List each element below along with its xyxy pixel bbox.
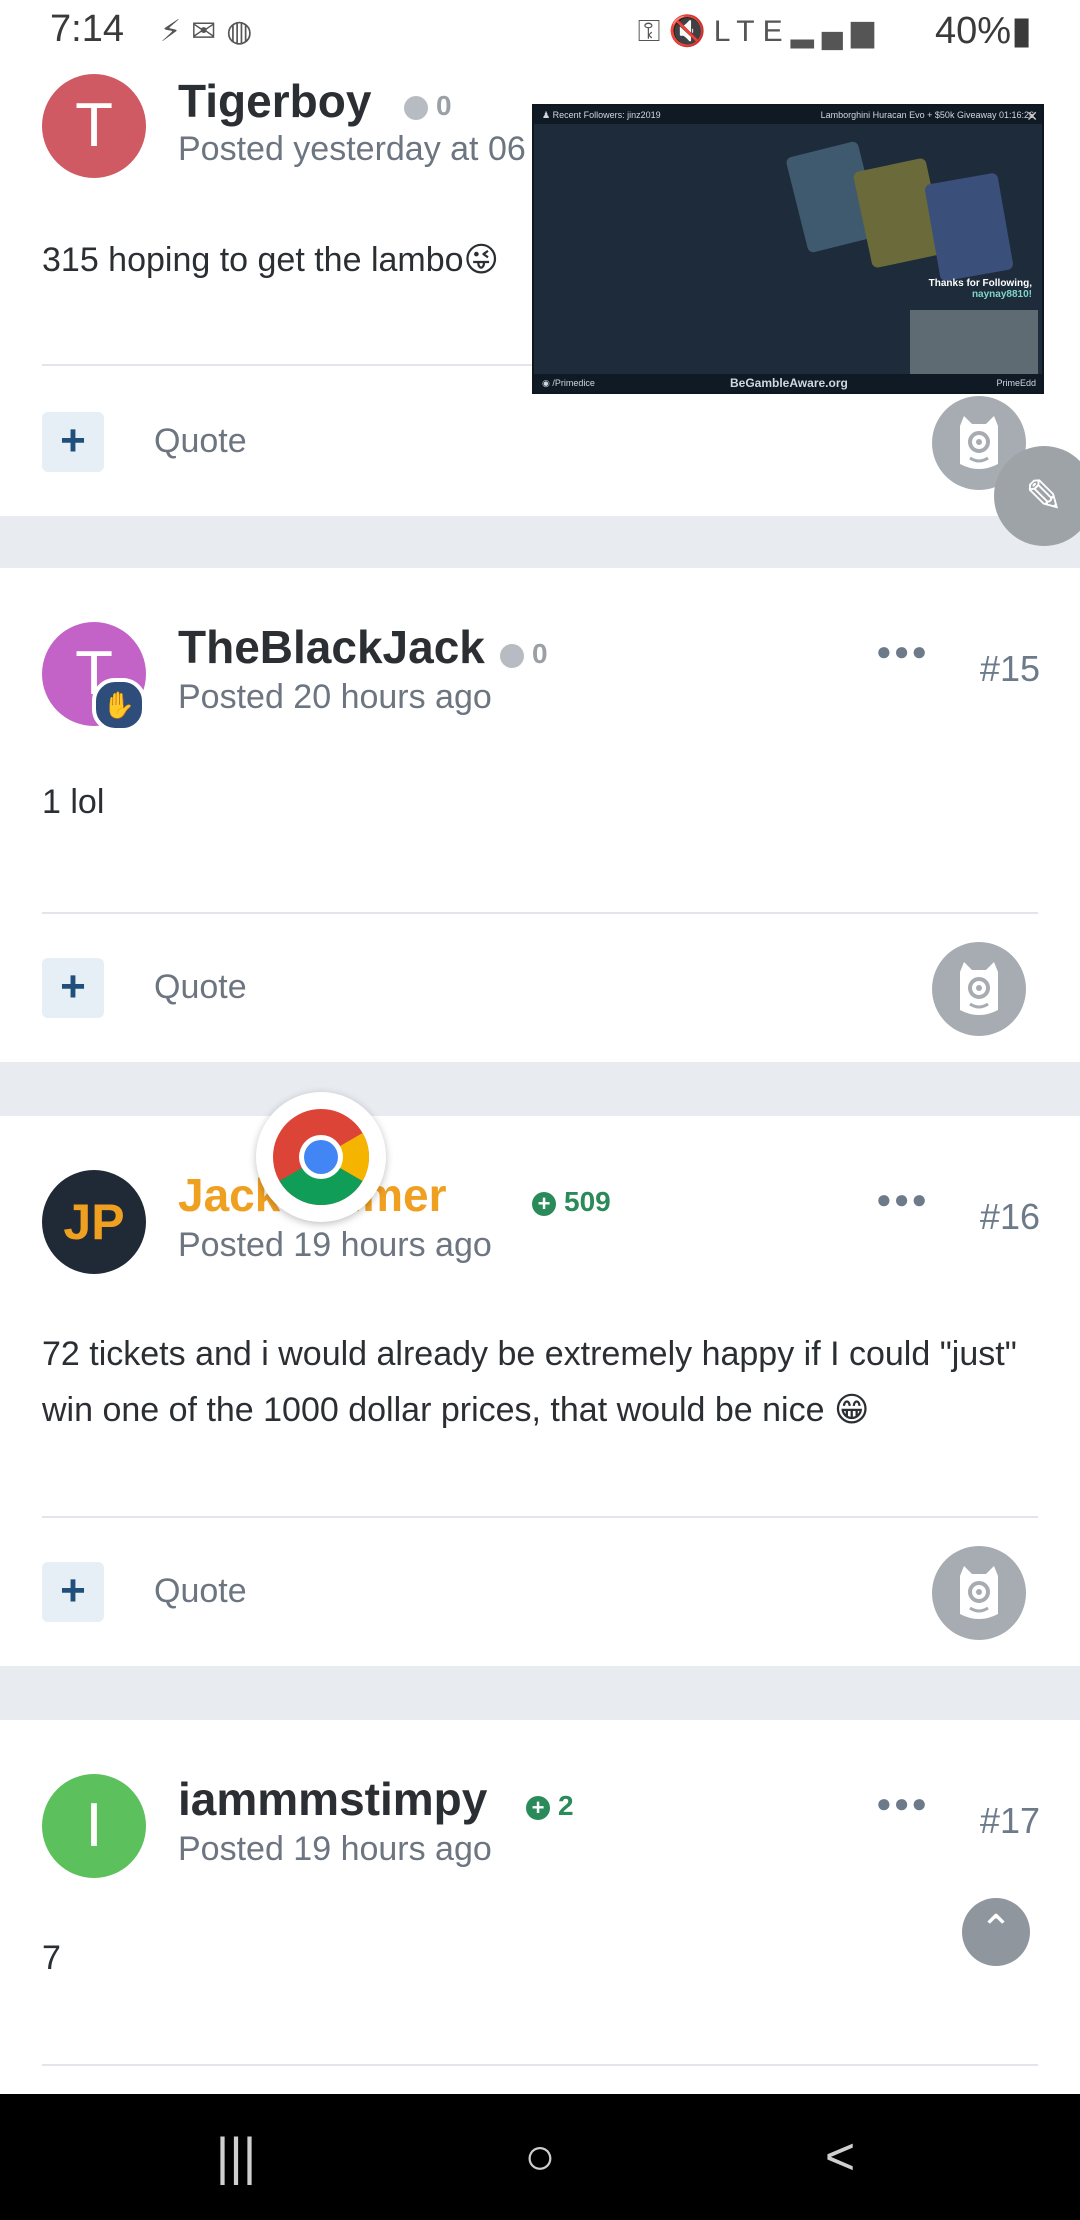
reputation-count: 509	[564, 1186, 611, 1217]
reputation-badge: 0	[404, 90, 452, 122]
post-author[interactable]: iammmstimpy	[178, 1772, 487, 1826]
key-icon: ⚿	[637, 15, 669, 48]
follow-alert: Thanks for Following, naynay8810!	[929, 278, 1032, 300]
multiquote-button[interactable]: +	[42, 412, 104, 472]
post-card: JP JackS almer +509 Posted 19 hours ago …	[0, 1116, 1080, 1666]
battery-indicator: 40%▮	[935, 8, 1032, 53]
avatar[interactable]: JP	[42, 1170, 146, 1274]
mute-icon: 🔇	[668, 15, 714, 48]
reputation-count: 0	[532, 638, 548, 669]
follow-alert-title: Thanks for Following,	[928, 278, 1032, 289]
reputation-badge: 0	[500, 638, 548, 670]
reaction-button[interactable]	[932, 1546, 1026, 1640]
post-card: I iammmstimpy +2 Posted 19 hours ago ●●●…	[0, 1720, 1080, 2100]
system-icons: ⚿🔇LTE▂▄▆	[638, 14, 882, 49]
post-card: T ✋ TheBlackJack 0 Posted 20 hours ago ●…	[0, 568, 1080, 1062]
giveaway-title: Lamborghini Huracan Evo + $50k Giveaway …	[820, 110, 1034, 120]
reputation-dot-icon	[404, 95, 428, 120]
divider	[42, 1516, 1038, 1518]
post-timestamp: Posted 20 hours ago	[178, 678, 492, 716]
recent-followers: ♟ Recent Followers: jinz2019	[542, 110, 661, 120]
home-icon[interactable]: ○	[500, 2122, 580, 2192]
status-bar: 7:14 ⚡✉◍ ⚿🔇LTE▂▄▆ 40%▮	[0, 0, 1080, 66]
quote-button[interactable]: Quote	[154, 1572, 247, 1611]
post-author[interactable]: Tigerboy	[178, 74, 371, 128]
status-time: 7:14	[50, 8, 124, 50]
chrome-bubble[interactable]	[256, 1092, 386, 1222]
chrome-icon	[273, 1109, 370, 1205]
post-number[interactable]: #16	[980, 1196, 1040, 1238]
notification-icon: ⚡	[160, 15, 192, 48]
more-options-icon[interactable]: ●●●	[876, 636, 929, 667]
post-body: 1 lol	[42, 783, 105, 821]
recents-icon[interactable]: |||	[196, 2122, 276, 2192]
video-top-bar: ♟ Recent Followers: jinz2019 Lamborghini…	[534, 106, 1042, 124]
avatar-letter: I	[85, 1791, 103, 1860]
lte-label: LTE	[713, 15, 791, 48]
game-tile	[924, 172, 1014, 282]
footer-brand: PrimeEdd	[996, 378, 1036, 388]
video-overlay[interactable]: ♟ Recent Followers: jinz2019 Lamborghini…	[532, 104, 1044, 394]
video-footer: ◉ /Primedice BeGambleAware.org PrimeEdd	[534, 374, 1042, 392]
multiquote-button[interactable]: +	[42, 958, 104, 1018]
post-number[interactable]: #17	[980, 1800, 1040, 1842]
post-number[interactable]: #15	[980, 648, 1040, 690]
avatar-letter: JP	[63, 1194, 125, 1250]
app-icon: ◍	[226, 15, 263, 48]
footer-site: BeGambleAware.org	[730, 376, 848, 390]
reaction-icon	[960, 1566, 998, 1619]
reputation-count: 0	[436, 90, 452, 121]
post-timestamp: Posted yesterday at 06	[178, 130, 526, 168]
battery-icon: ▮	[1011, 10, 1032, 52]
hand-icon: ✋	[92, 678, 146, 732]
mail-icon: ✉	[191, 15, 227, 48]
avatar[interactable]: I	[42, 1774, 146, 1878]
reputation-plus-icon: +	[532, 1191, 556, 1216]
back-icon[interactable]: <	[800, 2122, 880, 2192]
battery-percent: 40%	[935, 10, 1012, 52]
post-body: 72 tickets and i would already be extrem…	[42, 1335, 1017, 1429]
more-options-icon[interactable]: ●●●	[876, 1184, 929, 1215]
post-body: 7	[42, 1939, 61, 1977]
close-icon[interactable]: ✕	[1026, 108, 1038, 125]
post-timestamp: Posted 19 hours ago	[178, 1226, 492, 1264]
post-timestamp: Posted 19 hours ago	[178, 1830, 492, 1868]
footer-channel: ◉ /Primedice	[542, 378, 595, 388]
reaction-button[interactable]	[932, 942, 1026, 1036]
reputation-dot-icon	[500, 643, 524, 668]
follow-alert-user: naynay8810!	[971, 289, 1032, 300]
reputation-plus-icon: +	[526, 1795, 550, 1820]
reaction-icon	[960, 962, 998, 1015]
quote-button[interactable]: Quote	[154, 422, 247, 461]
scroll-top-icon[interactable]: ⌃	[962, 1898, 1030, 1966]
reputation-badge: +2	[526, 1790, 574, 1822]
more-options-icon[interactable]: ●●●	[876, 1788, 929, 1819]
edit-icon[interactable]: ✎	[994, 446, 1080, 546]
avatar-letter: T	[75, 91, 113, 160]
divider	[42, 912, 1038, 914]
signal-icon: ▂▄▆	[790, 15, 882, 48]
post-author[interactable]: TheBlackJack	[178, 620, 485, 674]
quote-button[interactable]: Quote	[154, 968, 247, 1007]
avatar[interactable]: T	[42, 74, 146, 178]
navigation-bar: ||| ○ <	[0, 2094, 1080, 2220]
notification-icons: ⚡✉◍	[160, 14, 262, 49]
reputation-count: 2	[558, 1790, 574, 1821]
multiquote-button[interactable]: +	[42, 1562, 104, 1622]
divider	[42, 2064, 1038, 2066]
reputation-badge: +509	[532, 1186, 611, 1218]
